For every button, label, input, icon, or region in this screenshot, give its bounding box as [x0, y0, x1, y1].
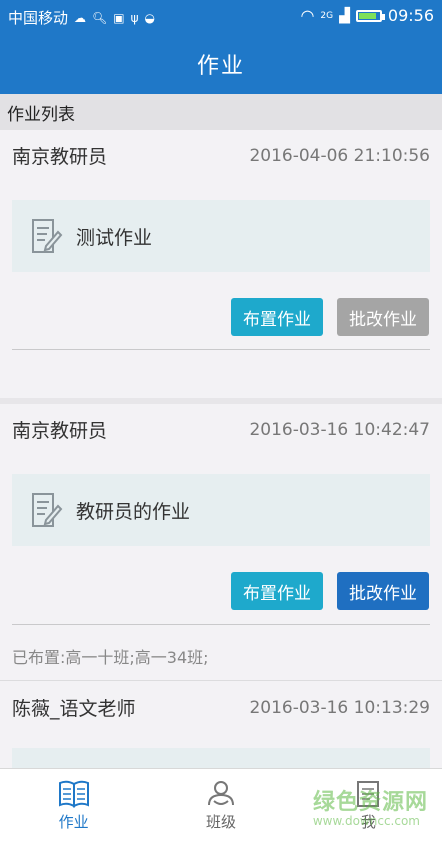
tab-label: 作业 [58, 812, 89, 831]
tab-label: 班级 [205, 812, 236, 831]
section-header: 作业列表 [0, 94, 442, 130]
document-edit-icon [32, 493, 63, 527]
network-badge: 2G [320, 10, 334, 21]
battery-fill [358, 12, 376, 19]
homework-content[interactable] [12, 748, 430, 768]
usb-icon: ψ [130, 10, 139, 25]
assign-homework-button[interactable]: 布置作业 [231, 572, 323, 610]
radio-icon: ▣ [113, 10, 125, 25]
homework-title: 教研员的作业 [76, 500, 191, 523]
card-author: 南京教研员 [12, 420, 108, 442]
card-time: 2016-03-16 10:13:29 [249, 697, 430, 718]
card-author: 陈薇_语文老师 [12, 698, 136, 720]
status-time: 09:56 [387, 6, 434, 25]
section-title: 作业列表 [7, 104, 75, 125]
book-icon [58, 780, 89, 808]
tab-class[interactable]: 班级 [147, 769, 294, 841]
homework-content[interactable]: 教研员的作业 [12, 474, 430, 546]
homework-card: 南京教研员 2016-04-06 21:10:56 测试作业 布置作业 批改作业 [0, 130, 442, 392]
app-bar: 作业 [0, 34, 442, 94]
assigned-classes: 已布置:高一十班;高一34班; [12, 648, 209, 667]
search-icon: 🔍︎ [92, 10, 108, 25]
card-author: 南京教研员 [12, 146, 108, 168]
watermark-url: www.downcc.com [312, 814, 420, 828]
assign-homework-button[interactable]: 布置作业 [231, 298, 323, 336]
document-edit-icon [32, 219, 63, 253]
tab-homework[interactable]: 作业 [0, 769, 147, 841]
grade-homework-button[interactable]: 批改作业 [337, 572, 429, 610]
battery-icon [355, 9, 385, 22]
card-divider [0, 680, 442, 681]
status-bar: 中国移动 ☁ 🔍︎ ▣ ψ ◒ ◠ 2G ▟ 09:56 [0, 0, 442, 34]
page-title: 作业 [196, 54, 245, 79]
class-icon [207, 780, 234, 805]
card-time: 2016-03-16 10:42:47 [249, 419, 430, 440]
homework-title: 测试作业 [76, 226, 153, 249]
signal-icon: ▟ [339, 7, 350, 24]
android-icon: ◒ [144, 10, 155, 25]
card-divider [12, 349, 430, 350]
homework-card: 南京教研员 2016-03-16 10:42:47 教研员的作业 布置作业 批改… [0, 404, 442, 680]
card-time: 2016-04-06 21:10:56 [249, 145, 430, 166]
homework-content[interactable]: 测试作业 [12, 200, 430, 272]
wifi-icon: ◠ [300, 5, 315, 25]
cloud-icon: ☁ [74, 10, 87, 25]
watermark-text: 绿色资源网 [312, 790, 428, 815]
carrier-label: 中国移动 [8, 9, 69, 27]
homework-card: 陈薇_语文老师 2016-03-16 10:13:29 [0, 682, 442, 768]
grade-homework-button[interactable]: 批改作业 [337, 298, 429, 336]
card-divider [12, 624, 430, 625]
